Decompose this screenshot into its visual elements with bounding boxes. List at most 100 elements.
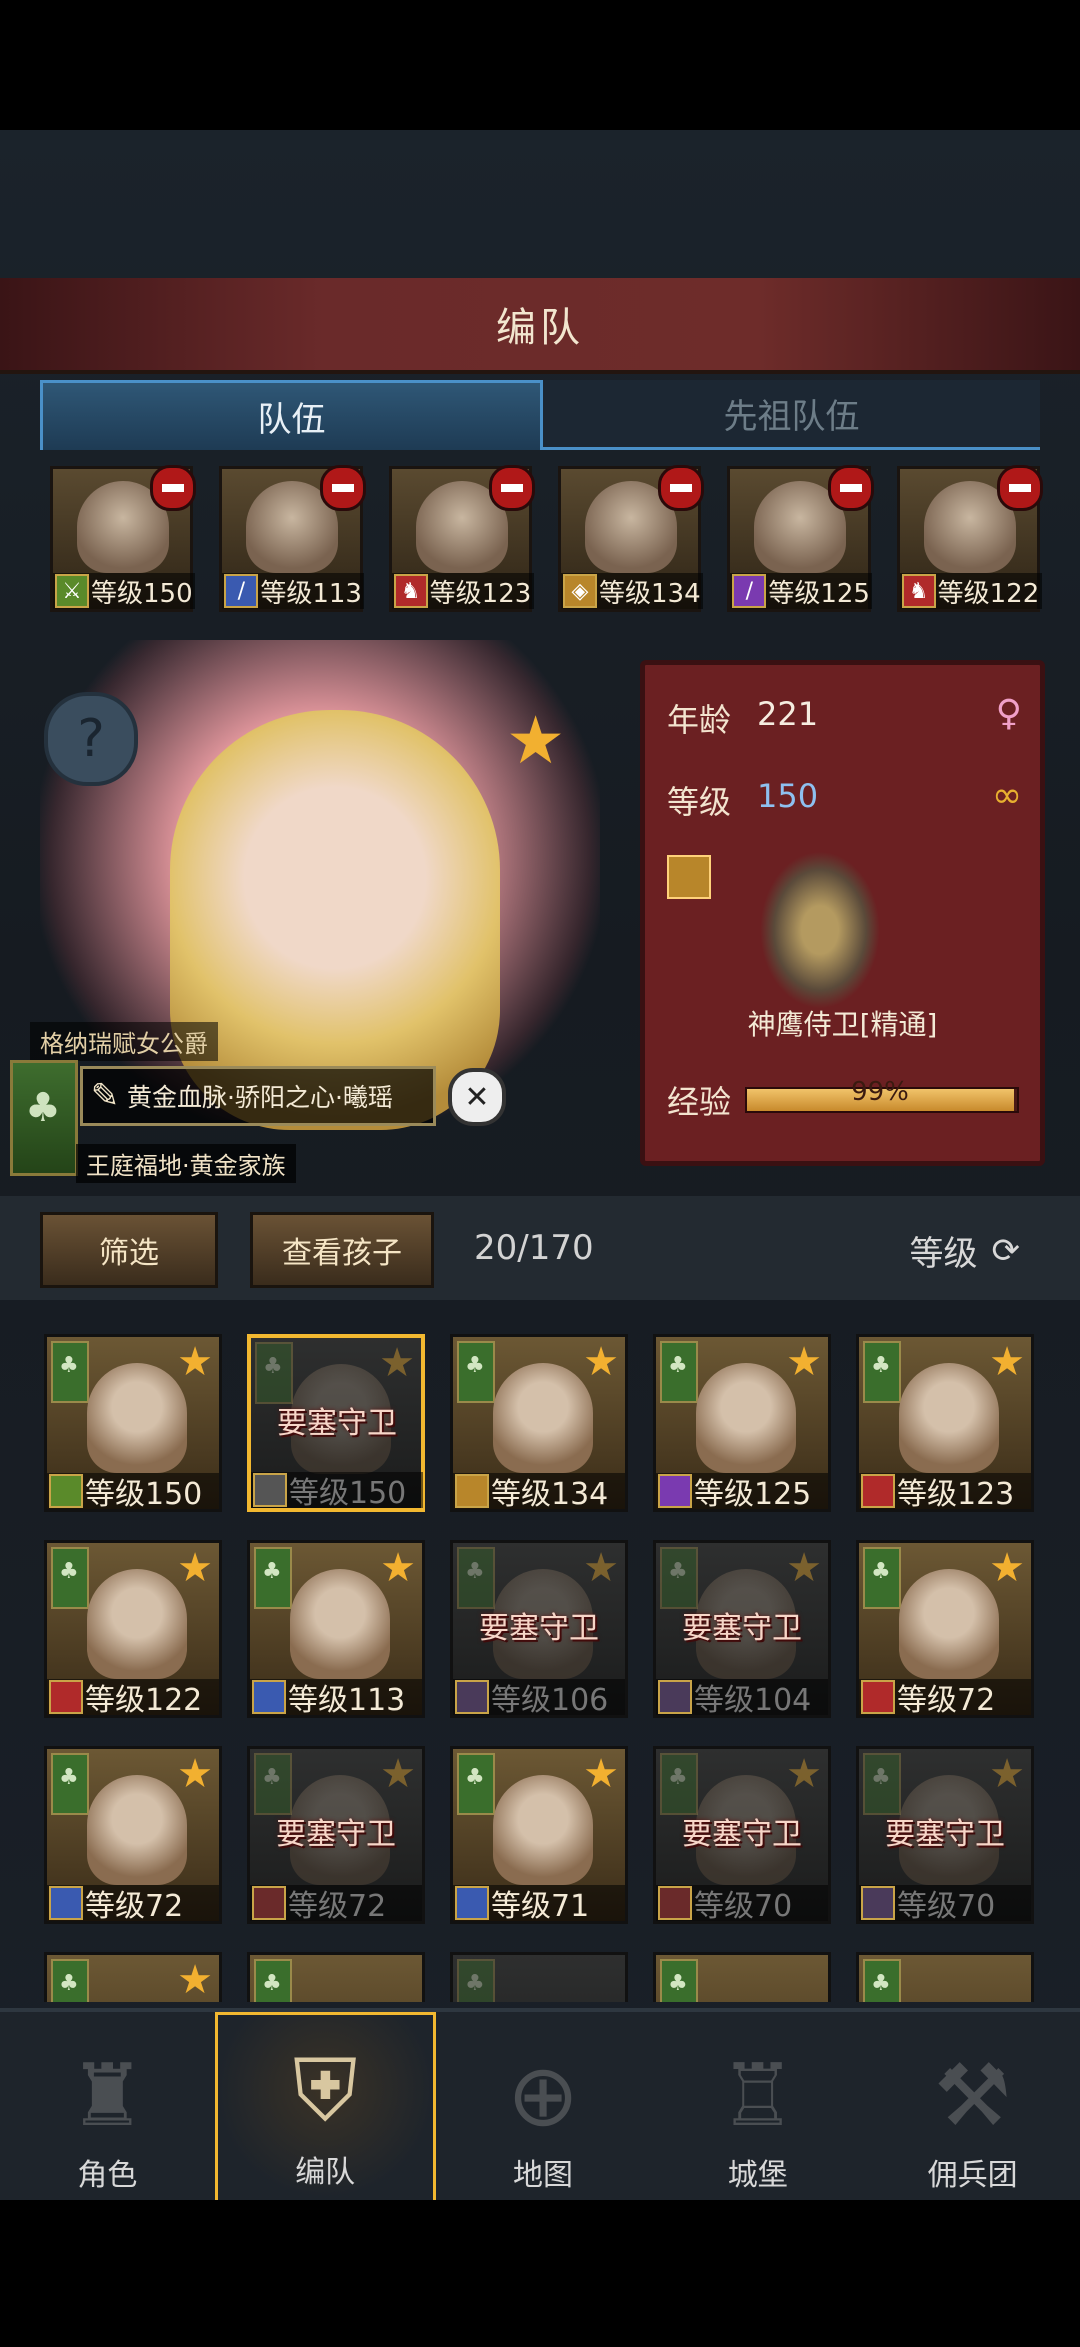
roster-card[interactable]: ★ 等级125 <box>653 1334 831 1512</box>
sort-button[interactable]: 等级 ⟳ <box>910 1226 1021 1275</box>
portrait <box>290 1569 390 1679</box>
nav-map[interactable]: ⊕ 地图 <box>436 2012 651 2204</box>
help-icon[interactable]: ? <box>44 692 138 786</box>
class-icon <box>455 1886 489 1920</box>
nav-formation[interactable]: ⛨ 编队 <box>214 2012 436 2204</box>
level-label: 等级72 <box>897 1683 996 1718</box>
level-label: 等级150 <box>91 578 193 609</box>
knight-icon: ♜ <box>68 2046 146 2146</box>
class-icon <box>861 1474 895 1508</box>
nav-mercenary[interactable]: ⚒ 佣兵团 <box>865 2012 1080 2204</box>
roster-card[interactable]: ★ 等级150 <box>44 1334 222 1512</box>
roster-card[interactable] <box>247 1952 425 2002</box>
roster-card[interactable]: ★ 要塞守卫等级72 <box>247 1746 425 1924</box>
horse-icon: ♞ <box>393 574 428 608</box>
team-slot[interactable]: ⚔ 等级150 <box>50 465 197 612</box>
class-icon <box>658 1474 692 1508</box>
hero-house: 王庭福地·黄金家族 <box>76 1144 296 1183</box>
star-icon: ★ <box>989 1339 1025 1385</box>
roster-card[interactable]: ★ 等级113 <box>247 1540 425 1718</box>
house-banner-icon <box>254 1547 292 1609</box>
class-icon <box>658 1886 692 1920</box>
portrait <box>87 1569 187 1679</box>
view-children-button[interactable]: 查看孩子 <box>250 1212 434 1288</box>
remove-icon[interactable] <box>319 465 366 511</box>
roster-grid: ★等级150★要塞守卫等级150★等级134★等级125★等级123★等级122… <box>44 1334 1044 2002</box>
remove-icon[interactable] <box>658 465 705 511</box>
filter-button[interactable]: 筛选 <box>40 1212 218 1288</box>
compass-icon: ⊕ <box>506 2046 580 2146</box>
remove-icon[interactable] <box>150 465 197 511</box>
lock-label: 要塞守卫 <box>479 1611 599 1646</box>
star-icon: ★ <box>506 702 566 779</box>
team-slots: ⚔ 等级150 /等级113 ♞ 等级123 ◈ 等级134 /等级125 ♞ 等级12… <box>50 465 1043 612</box>
roster-card[interactable]: ★ <box>44 1952 222 2002</box>
roster-card[interactable]: ★ 等级72 <box>856 1540 1034 1718</box>
class-icon <box>252 1680 286 1714</box>
roster-card[interactable]: ★ 要塞守卫等级104 <box>653 1540 831 1718</box>
lock-label: 要塞守卫 <box>682 1817 802 1852</box>
team-slot[interactable]: / 等级113 <box>219 465 366 612</box>
star-icon: ★ <box>380 1751 416 1797</box>
roster-card[interactable]: ★ 要塞守卫等级70 <box>856 1746 1034 1924</box>
level-label: 等级72 <box>288 1889 387 1924</box>
remove-icon[interactable] <box>996 465 1043 511</box>
lock-label: 要塞守卫 <box>885 1817 1005 1852</box>
portrait <box>87 1363 187 1473</box>
roster-card[interactable] <box>450 1952 628 2002</box>
star-icon: ★ <box>177 1545 213 1591</box>
roster-card[interactable]: ★ 等级71 <box>450 1746 628 1924</box>
age-label: 年龄 <box>667 701 732 739</box>
nav-castle[interactable]: ♖ 城堡 <box>650 2012 865 2204</box>
roster-card[interactable] <box>653 1952 831 2002</box>
tab-ancestor-team[interactable]: 先祖队伍 <box>543 380 1040 450</box>
filter-bar: 筛选 查看孩子 20/170 等级 ⟳ <box>0 1196 1080 1300</box>
rings-icon[interactable]: ∞ <box>992 775 1022 816</box>
portrait <box>696 1363 796 1473</box>
shield-icon <box>667 855 711 899</box>
house-banner-icon <box>660 1959 698 2002</box>
level-label: 等级113 <box>260 578 362 609</box>
castle-icon: ♖ <box>719 2046 797 2146</box>
lock-label: 要塞守卫 <box>682 1611 802 1646</box>
level-label: 等级123 <box>429 578 532 609</box>
class-icon <box>658 1680 692 1714</box>
star-icon: ★ <box>379 1340 415 1386</box>
roster-card[interactable]: ★ 要塞守卫等级106 <box>450 1540 628 1718</box>
staff-icon: / <box>732 574 767 608</box>
class-icon <box>49 1680 83 1714</box>
house-banner-icon <box>10 1060 78 1176</box>
portrait <box>899 1363 999 1473</box>
unit-figure <box>755 845 885 1015</box>
tab-bar: 队伍 先祖队伍 <box>40 380 1040 450</box>
roster-card[interactable]: ★ 等级123 <box>856 1334 1034 1512</box>
hero-name-box[interactable]: ✎ 黄金血脉·骄阳之心·曦瑶 <box>80 1066 436 1126</box>
roster-card[interactable]: ★ 等级122 <box>44 1540 222 1718</box>
level-label: 等级125 <box>768 578 870 609</box>
team-slot[interactable]: ♞ 等级122 <box>896 465 1043 612</box>
roster-card[interactable]: ★ 要塞守卫等级150 <box>247 1334 425 1512</box>
roster-card[interactable]: ★ 要塞守卫等级70 <box>653 1746 831 1924</box>
edit-icon[interactable]: ✎ <box>83 1076 127 1116</box>
nav-label: 城堡 <box>727 2158 788 2193</box>
roster-card[interactable]: ★ 等级72 <box>44 1746 222 1924</box>
remove-icon[interactable] <box>827 465 874 511</box>
remove-icon[interactable] <box>488 465 535 511</box>
star-icon: ★ <box>786 1751 822 1797</box>
nav-character[interactable]: ♜ 角色 <box>0 2012 215 2204</box>
lock-label: 要塞守卫 <box>277 1406 397 1441</box>
house-banner-icon <box>660 1547 698 1609</box>
class-icon <box>49 1886 83 1920</box>
team-slot[interactable]: / 等级125 <box>727 465 874 612</box>
team-slot[interactable]: ◈ 等级134 <box>557 465 705 612</box>
roster-card[interactable] <box>856 1952 1034 2002</box>
level-label: 等级122 <box>937 578 1040 609</box>
house-banner-icon <box>51 1753 89 1815</box>
sort-label: 等级 <box>909 1234 978 1274</box>
team-slot[interactable]: ♞ 等级123 <box>388 465 535 612</box>
page-title: 编队 <box>496 305 584 351</box>
class-icon <box>253 1473 287 1507</box>
tab-team[interactable]: 队伍 <box>40 380 543 450</box>
roster-card[interactable]: ★ 等级134 <box>450 1334 628 1512</box>
close-icon[interactable]: ✕ <box>448 1068 506 1126</box>
